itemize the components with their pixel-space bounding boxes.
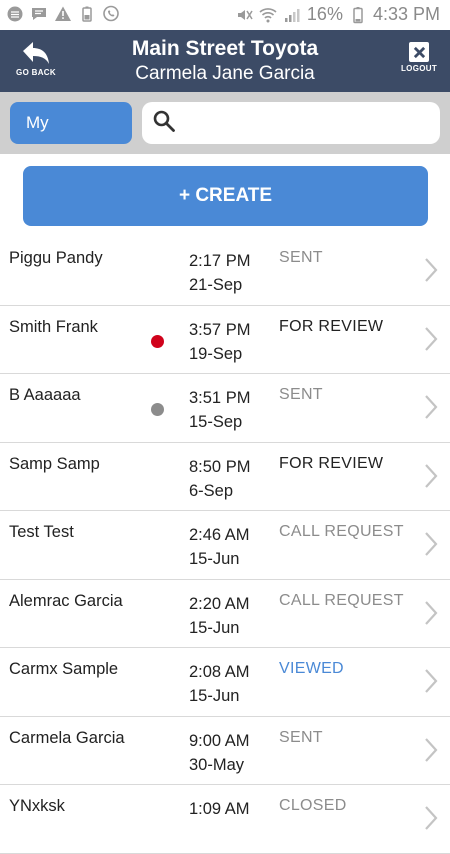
list-item[interactable]: Smith Frank 3:57 PM 19-Sep FOR REVIEW [0, 306, 450, 374]
system-indicators: 16% 4:33 PM [235, 4, 440, 25]
chevron-right-icon [424, 805, 438, 831]
search-icon [152, 109, 176, 138]
item-time: 2:20 AM [189, 594, 250, 613]
mute-icon [235, 6, 253, 24]
list-item[interactable]: B Aaaaaa 3:51 PM 15-Sep SENT [0, 374, 450, 443]
item-name: Alemrac Garcia [9, 591, 123, 610]
item-datetime: 8:50 PM 6-Sep [189, 455, 250, 503]
item-date: 6-Sep [189, 481, 234, 500]
item-time: 2:08 AM [189, 663, 250, 681]
chevron-right-icon [424, 463, 438, 489]
chevron-right-icon [424, 326, 438, 352]
item-time: 9:00 AM [189, 731, 250, 750]
signal-circle-icon [6, 5, 24, 23]
item-status: VIEWED [279, 660, 344, 677]
chevron-right-icon [424, 668, 438, 694]
item-datetime: 2:20 AM 15-Jun [189, 592, 250, 640]
item-status: CALL REQUEST [279, 523, 404, 540]
item-time: 2:46 AM [189, 526, 250, 544]
item-name: Carmela Garcia [9, 728, 125, 747]
dealer-title: Main Street Toyota [131, 37, 319, 60]
logout-button[interactable]: LOGOUT [396, 42, 442, 86]
conversation-list: Piggu Pandy 2:17 PM 21-Sep SENT Smith Fr… [0, 237, 450, 854]
item-datetime: 2:17 PM 21-Sep [189, 249, 250, 297]
list-item[interactable]: Alemrac Garcia 2:20 AM 15-Jun CALL REQUE… [0, 580, 450, 648]
clock: 4:33 PM [372, 4, 440, 24]
item-date: 19-Sep [189, 344, 243, 363]
item-time: 3:57 PM [189, 320, 251, 339]
item-name: Smith Frank [9, 317, 98, 336]
notification-icons [6, 5, 120, 23]
logout-label: LOGOUT [400, 64, 438, 73]
chevron-right-icon [424, 531, 438, 557]
item-name: B Aaaaaa [9, 386, 81, 404]
chevron-right-icon [424, 737, 438, 763]
app-header: GO BACK Main Street Toyota Carmela Jane … [0, 30, 450, 92]
list-item[interactable]: Carmx Sample 2:08 AM 15-Jun VIEWED [0, 648, 450, 717]
item-datetime: 2:46 AM 15-Jun [189, 523, 250, 571]
item-status: SENT [279, 249, 323, 266]
item-name: Samp Samp [9, 454, 100, 473]
item-time: 8:50 PM [189, 457, 251, 476]
item-status: SENT [279, 386, 323, 403]
create-button[interactable]: + CREATE [23, 166, 428, 226]
user-name: Carmela Jane Garcia [135, 63, 315, 84]
search-input[interactable] [184, 113, 428, 133]
back-arrow-icon [10, 40, 62, 66]
list-item[interactable]: Carmela Garcia 9:00 AM 30-May SENT [0, 717, 450, 785]
battery-icon [349, 6, 367, 24]
item-datetime: 9:00 AM 30-May [189, 729, 250, 777]
list-item[interactable]: Piggu Pandy 2:17 PM 21-Sep SENT [0, 237, 450, 306]
my-filter-button[interactable]: My [10, 102, 132, 144]
status-dot [151, 403, 164, 416]
item-date: 15-Sep [189, 413, 243, 431]
filter-bar: My [0, 92, 450, 154]
warning-icon [54, 5, 72, 23]
item-name: Piggu Pandy [9, 249, 103, 267]
battery-small-icon [78, 5, 96, 23]
battery-percent: 16% [306, 4, 343, 24]
list-item[interactable]: YNxksk 1:09 AM CLOSED [0, 785, 450, 854]
list-item[interactable]: Test Test 2:46 AM 15-Jun CALL REQUEST [0, 511, 450, 580]
message-icon [30, 5, 48, 23]
item-time: 2:17 PM [189, 252, 251, 270]
search-box[interactable] [142, 102, 440, 144]
list-item[interactable]: Samp Samp 8:50 PM 6-Sep FOR REVIEW [0, 443, 450, 511]
status-bar: 16% 4:33 PM [0, 0, 450, 30]
item-name: Test Test [9, 523, 74, 541]
item-datetime: 3:57 PM 19-Sep [189, 318, 250, 366]
item-date: 30-May [189, 755, 245, 774]
item-date: 15-Jun [189, 618, 240, 637]
item-status: SENT [279, 728, 323, 746]
item-time: 3:51 PM [189, 389, 251, 407]
cell-signal-icon [283, 6, 301, 24]
item-time: 1:09 AM [189, 800, 250, 818]
item-datetime: 1:09 AM [189, 797, 250, 821]
go-back-label: GO BACK [16, 68, 56, 77]
item-status: CALL REQUEST [279, 591, 404, 609]
item-datetime: 3:51 PM 15-Sep [189, 386, 250, 434]
close-icon [409, 42, 429, 62]
header-titles: Main Street Toyota Carmela Jane Garcia [70, 36, 380, 86]
item-date: 21-Sep [189, 276, 243, 294]
item-status: FOR REVIEW [279, 317, 384, 335]
item-name: Carmx Sample [9, 660, 119, 678]
viber-icon [102, 5, 120, 23]
wifi-icon [259, 6, 277, 24]
item-date: 15-Jun [189, 550, 240, 568]
status-dot [151, 334, 164, 348]
chevron-right-icon [424, 394, 438, 420]
item-datetime: 2:08 AM 15-Jun [189, 660, 250, 708]
item-date: 15-Jun [189, 687, 240, 705]
item-status: FOR REVIEW [279, 454, 384, 472]
chevron-right-icon [424, 257, 438, 283]
chevron-right-icon [424, 600, 438, 626]
go-back-button[interactable]: GO BACK [10, 40, 62, 84]
